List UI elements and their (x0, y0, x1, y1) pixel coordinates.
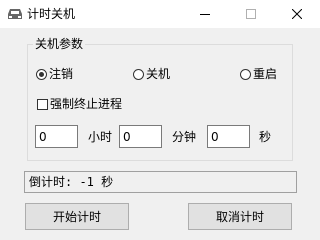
force-close-checkbox[interactable]: 强制终止进程 (37, 97, 122, 111)
checkbox-icon (37, 98, 48, 110)
car-icon (7, 7, 23, 21)
window-title: 计时关机 (27, 7, 76, 21)
seconds-unit: 秒 (259, 130, 272, 144)
radio-restart[interactable]: 重启 (240, 67, 277, 81)
force-close-label: 强制终止进程 (50, 97, 123, 111)
maximize-icon (246, 9, 256, 19)
hours-input[interactable] (35, 125, 78, 148)
radio-shutdown[interactable]: 关机 (133, 67, 170, 81)
group-title: 关机参数 (33, 37, 86, 51)
close-icon (292, 9, 302, 19)
radio-unchecked-icon (133, 68, 144, 80)
seconds-input[interactable] (207, 125, 250, 148)
countdown-status: 倒计时: -1 秒 (24, 171, 297, 193)
radio-label-restart: 重启 (253, 67, 278, 81)
radio-logoff[interactable]: 注销 (36, 67, 73, 81)
minimize-button[interactable] (182, 0, 228, 28)
minutes-unit: 分钟 (172, 130, 197, 144)
radio-unchecked-icon (240, 68, 251, 80)
minutes-input[interactable] (119, 125, 162, 148)
hours-unit: 小时 (88, 130, 113, 144)
radio-label-logoff: 注销 (49, 67, 74, 81)
start-timer-button[interactable]: 开始计时 (25, 203, 129, 230)
title-bar: 计时关机 (0, 0, 320, 28)
maximize-button[interactable] (228, 0, 274, 28)
radio-checked-icon (36, 68, 47, 80)
cancel-timer-button[interactable]: 取消计时 (188, 203, 292, 230)
close-button[interactable] (274, 0, 320, 28)
radio-label-shutdown: 关机 (146, 67, 171, 81)
minimize-icon (200, 14, 210, 15)
